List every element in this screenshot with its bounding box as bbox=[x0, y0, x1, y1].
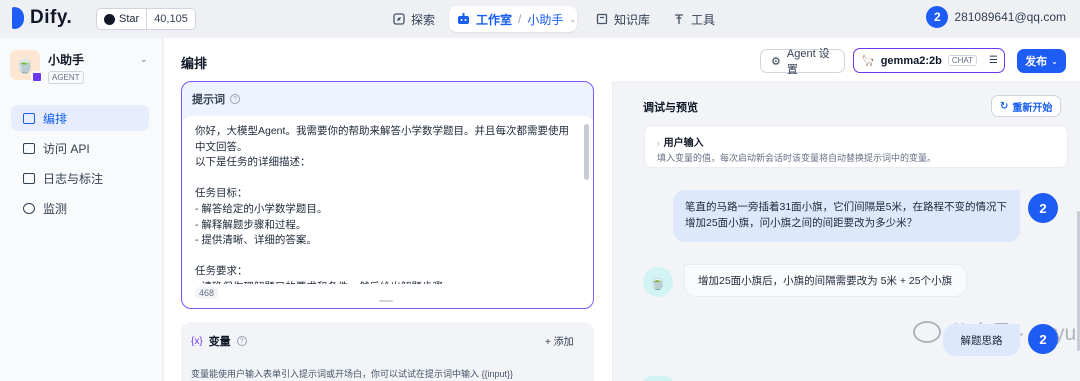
book-icon bbox=[596, 13, 608, 25]
github-star-count: 40,105 bbox=[154, 13, 188, 25]
terminal-icon bbox=[23, 142, 35, 154]
user-avatar: 2 bbox=[1028, 324, 1058, 354]
dify-logo[interactable]: Dify. bbox=[12, 7, 72, 29]
github-star-button[interactable]: Star 40,105 bbox=[96, 8, 196, 30]
model-mode-chip: CHAT bbox=[947, 55, 978, 66]
user-input-title: › 用户输入 bbox=[657, 134, 704, 149]
llama-icon: 🦙 bbox=[861, 55, 875, 67]
app-icon: 🍵 bbox=[10, 50, 43, 83]
github-icon bbox=[104, 13, 115, 25]
wechat-logo-icon bbox=[913, 321, 941, 343]
nav-knowledge[interactable]: 知识库 bbox=[596, 7, 650, 31]
variables-description: 变量能使用户输入表单引入提示词或开场白，你可以试试在提示词中输入 {{input… bbox=[191, 369, 514, 379]
debug-preview-panel: 调试与预览 ↻ 重新开始 › 用户输入 填入变量的值，每次启动新会话时该变量将自动… bbox=[612, 81, 1080, 381]
add-variable-label: 添加 bbox=[553, 337, 574, 348]
nav-tools[interactable]: 工具 bbox=[673, 7, 715, 31]
help-icon[interactable]: ? bbox=[236, 336, 247, 346]
publish-button[interactable]: 发布 ⌄ bbox=[1017, 49, 1066, 73]
user-email: 281089641@qq.com bbox=[954, 10, 1066, 24]
nav-explore[interactable]: 探索 bbox=[393, 7, 435, 31]
sidebar-item-label: 监测 bbox=[43, 201, 68, 216]
agent-settings-label: Agent 设置 bbox=[786, 48, 830, 76]
nav-studio-label: 工作室 bbox=[476, 12, 513, 27]
chevron-down-icon[interactable]: ⌄ bbox=[140, 54, 148, 65]
dify-logo-mark-icon bbox=[12, 7, 24, 29]
sidebar-item-monitor[interactable]: 监测 bbox=[11, 195, 149, 221]
publish-label: 发布 bbox=[1025, 56, 1048, 68]
bot-avatar: 🍵 bbox=[643, 267, 673, 297]
restart-label: 重新开始 bbox=[1012, 102, 1053, 114]
github-star-label: Star bbox=[119, 13, 140, 25]
sidebar-item-label: 访问 API bbox=[43, 141, 90, 156]
monitor-icon bbox=[23, 202, 35, 214]
assistant-message: 增加25面小旗后，小旗的间隔需要改为 5米 + 25个小旗 bbox=[684, 264, 967, 297]
sidebar-item-label: 编排 bbox=[43, 111, 68, 126]
sliders-icon[interactable]: ☰ bbox=[989, 55, 998, 66]
bot-avatar bbox=[643, 376, 673, 381]
chevron-right-icon: › bbox=[657, 139, 660, 148]
plus-icon: + bbox=[545, 337, 551, 348]
prompt-scrollbar[interactable] bbox=[584, 124, 589, 180]
nav-knowledge-label: 知识库 bbox=[614, 12, 651, 27]
gear-icon: ⚙ bbox=[771, 55, 781, 68]
tool-icon bbox=[675, 14, 683, 24]
nav-current-app[interactable]: 小助手 bbox=[527, 11, 563, 28]
variable-icon: {x} bbox=[191, 335, 203, 347]
variables-title: 变量 bbox=[208, 336, 231, 348]
top-navigation-bar: Dify. Star 40,105 探索 工作室 / 小助手 ⌄ 知识库 工具 … bbox=[0, 0, 1080, 38]
chevron-down-icon: ⌄ bbox=[1051, 56, 1058, 66]
prompt-editor[interactable]: 你好，大模型Agent。我需要你的帮助来解答小学数学题目。并且每次都需要使用中文… bbox=[183, 116, 593, 308]
model-selector-button[interactable]: 🦙 gemma2:2b CHAT ☰ bbox=[853, 48, 1005, 73]
user-input-card[interactable]: › 用户输入 填入变量的值，每次启动新会话时该变量将自动替换提示词中的变量。 bbox=[644, 125, 1068, 168]
help-icon[interactable]: ? bbox=[230, 94, 240, 104]
user-message: 笔直的马路一旁插着31面小旗，它们间隔是5米，在路程不变的情况下增加25面小旗，… bbox=[673, 190, 1020, 242]
user-message: 解题思路 bbox=[943, 324, 1020, 356]
prompt-textarea[interactable]: 你好，大模型Agent。我需要你的帮助来解答小学数学题目。并且每次都需要使用中文… bbox=[195, 124, 575, 284]
variables-header: {x} 变量 ? bbox=[191, 333, 247, 349]
prompt-header: 提示词 ? bbox=[182, 82, 593, 116]
robot-icon bbox=[458, 13, 469, 24]
sidebar: 🍵 小助手 AGENT ⌄ 编排 访问 API 日志与标注 监测 bbox=[0, 38, 163, 381]
logo-text: Dify. bbox=[30, 7, 73, 28]
model-name: gemma2:2b bbox=[880, 54, 942, 67]
user-menu[interactable]: 2 281089641@qq.com bbox=[926, 6, 1066, 28]
app-type-badge: AGENT bbox=[48, 71, 84, 84]
refresh-icon: ↻ bbox=[1000, 100, 1009, 112]
user-avatar: 2 bbox=[926, 6, 949, 28]
resize-handle[interactable] bbox=[379, 300, 393, 302]
user-input-title-text: 用户输入 bbox=[663, 138, 704, 149]
sidebar-item-orchestrate[interactable]: 编排 bbox=[11, 105, 149, 131]
nav-studio[interactable]: 工作室 / 小助手 ⌄ bbox=[449, 6, 577, 32]
page-title: 编排 bbox=[181, 56, 208, 71]
app-switcher[interactable]: 🍵 小助手 AGENT bbox=[10, 50, 84, 84]
nav-separator: / bbox=[518, 12, 522, 26]
prompt-title: 提示词 bbox=[192, 94, 225, 106]
debug-title: 调试与预览 bbox=[643, 102, 698, 114]
user-avatar: 2 bbox=[1028, 193, 1058, 223]
user-input-description: 填入变量的值，每次启动新会话时该变量将自动替换提示词中的变量。 bbox=[657, 153, 937, 163]
file-list-icon bbox=[23, 172, 35, 184]
agent-settings-button[interactable]: ⚙ Agent 设置 bbox=[760, 48, 845, 76]
nav-explore-label: 探索 bbox=[411, 12, 436, 27]
char-count: 468 bbox=[195, 287, 219, 299]
app-name: 小助手 bbox=[48, 53, 85, 67]
sidebar-item-api[interactable]: 访问 API bbox=[11, 135, 149, 161]
layout-icon bbox=[23, 112, 35, 124]
compass-icon bbox=[393, 13, 405, 25]
sidebar-item-label: 日志与标注 bbox=[43, 171, 104, 186]
variables-card: {x} 变量 ? + 添加 变量能使用户输入表单引入提示词或开场白，你可以试试在… bbox=[181, 322, 594, 381]
add-variable-button[interactable]: + 添加 bbox=[545, 333, 574, 348]
chevron-down-icon: ⌄ bbox=[569, 14, 577, 24]
restart-button[interactable]: ↻ 重新开始 bbox=[991, 95, 1062, 117]
prompt-card: 提示词 ? 你好，大模型Agent。我需要你的帮助来解答小学数学题目。并且每次都… bbox=[181, 81, 594, 309]
main-content: 编排 ⚙ Agent 设置 🦙 gemma2:2b CHAT ☰ 发布 ⌄ 提示… bbox=[164, 38, 1080, 381]
nav-tools-label: 工具 bbox=[691, 12, 716, 27]
sidebar-item-logs[interactable]: 日志与标注 bbox=[11, 165, 149, 191]
agent-badge-icon bbox=[31, 71, 43, 83]
